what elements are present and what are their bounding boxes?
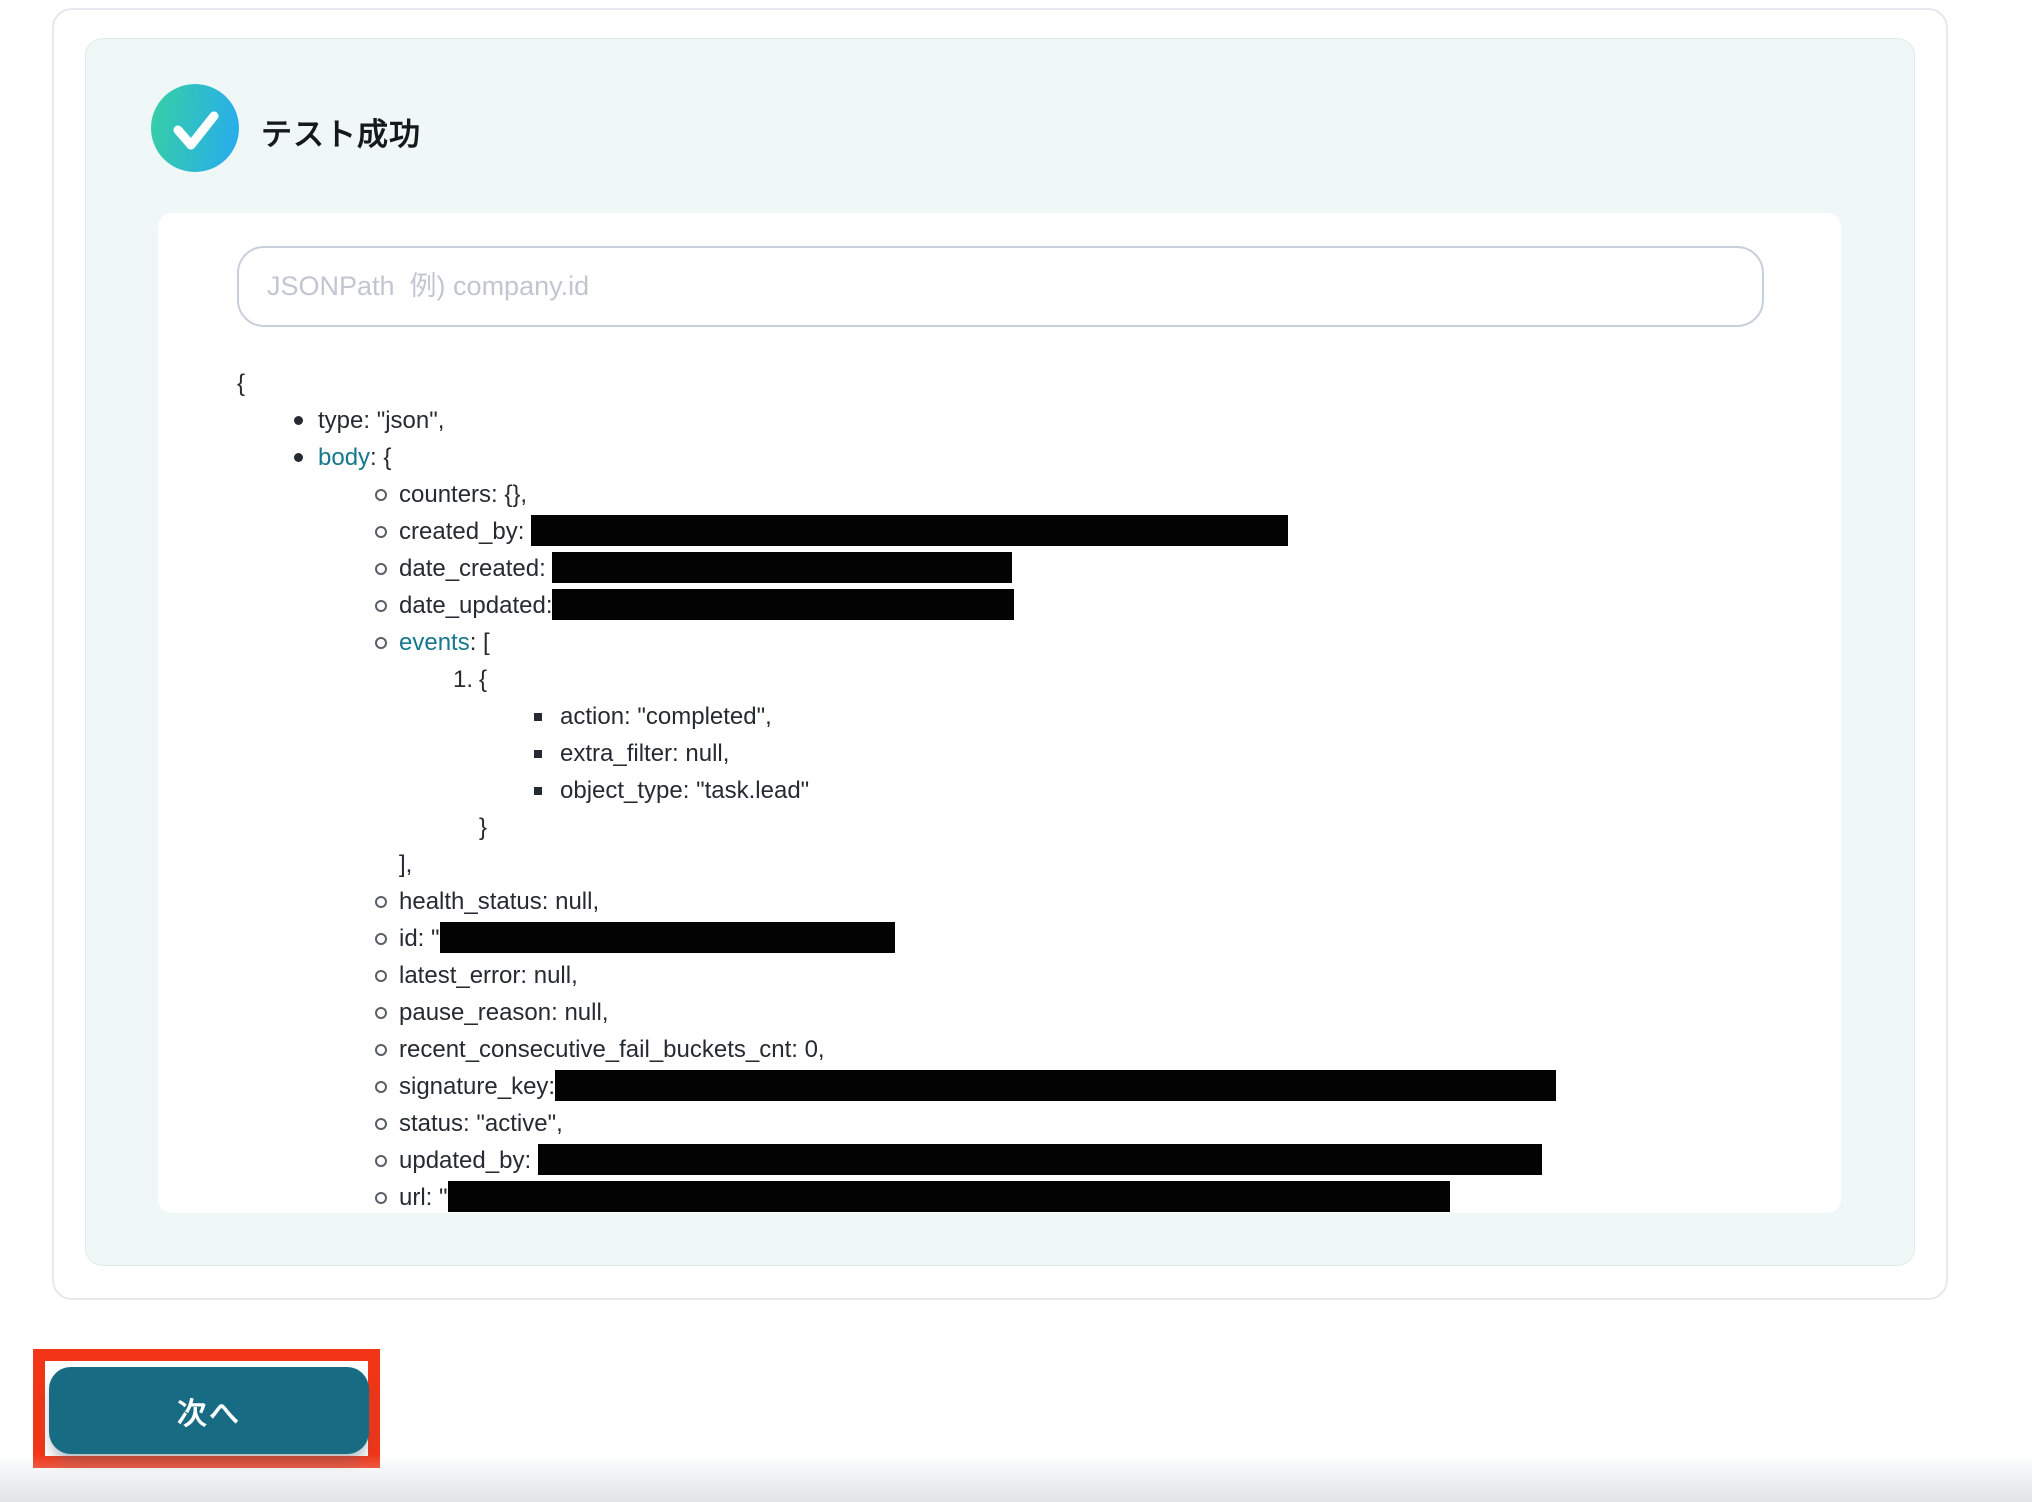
json-line: url: " (158, 1179, 1841, 1213)
json-text: type: "json", (318, 407, 444, 434)
list-marker-circle (375, 637, 387, 649)
json-text: counters: {}, (399, 481, 527, 508)
json-text: pause_reason: null, (399, 999, 608, 1026)
json-tree: { type: "json", body: { counters: {}, create… (158, 365, 1841, 1213)
json-text: { (479, 666, 487, 693)
list-marker-circle (375, 563, 387, 575)
redacted-value-bar (448, 1181, 1450, 1212)
json-text: date_created: (399, 555, 552, 582)
json-line: date_created: (158, 550, 1841, 587)
json-line: created_by: (158, 513, 1841, 550)
json-text: action: "completed", (560, 703, 772, 730)
redacted-value-bar (440, 922, 895, 953)
page: テスト成功 { type: "json", body: { counters: {},… (0, 0, 2032, 1502)
success-check-icon (151, 84, 239, 172)
list-marker-circle (375, 1007, 387, 1019)
json-text: date_updated: (399, 592, 552, 619)
list-marker-num: 1. (445, 661, 473, 698)
json-text: health_status: null, (399, 888, 599, 915)
json-line: object_type: "task.lead" (158, 772, 1841, 809)
json-text: updated_by: (399, 1147, 538, 1174)
json-key-body[interactable]: body (318, 444, 370, 471)
next-button[interactable]: 次へ (49, 1367, 369, 1454)
json-text: recent_consecutive_fail_buckets_cnt: 0, (399, 1036, 825, 1063)
json-line: pause_reason: null, (158, 994, 1841, 1031)
list-marker-circle (375, 1081, 387, 1093)
list-marker-disc (294, 416, 303, 425)
json-text: : { (370, 444, 391, 471)
json-text: extra_filter: null, (560, 740, 729, 767)
jsonpath-input[interactable] (237, 246, 1764, 327)
list-marker-circle (375, 1155, 387, 1167)
json-text: latest_error: null, (399, 962, 578, 989)
list-marker-circle (375, 600, 387, 612)
json-line: counters: {}, (158, 476, 1841, 513)
json-line: ], (158, 846, 1841, 883)
redacted-value-bar (531, 515, 1288, 546)
json-text: id: " (399, 925, 440, 952)
list-marker-circle (375, 1192, 387, 1204)
json-text: created_by: (399, 518, 531, 545)
json-line: id: " (158, 920, 1841, 957)
json-line: 1.{ (158, 661, 1841, 698)
json-text: ], (399, 851, 412, 878)
list-marker-square (534, 787, 542, 795)
list-marker-square (534, 713, 542, 721)
list-marker-circle (375, 1044, 387, 1056)
json-text: } (479, 814, 487, 841)
json-line: health_status: null, (158, 883, 1841, 920)
list-marker-circle (375, 489, 387, 501)
list-marker-circle (375, 970, 387, 982)
json-text: : [ (470, 629, 490, 656)
list-marker-circle (375, 1118, 387, 1130)
list-marker-circle (375, 896, 387, 908)
json-line: { (158, 365, 1841, 402)
json-text: status: "active", (399, 1110, 563, 1137)
json-line: type: "json", (158, 402, 1841, 439)
json-result-panel: { type: "json", body: { counters: {}, create… (158, 213, 1841, 1213)
json-line: signature_key: (158, 1068, 1841, 1105)
list-marker-disc (294, 453, 303, 462)
json-text: { (237, 370, 245, 397)
redacted-value-bar (555, 1070, 1556, 1101)
json-line: } (158, 809, 1841, 846)
list-marker-circle (375, 526, 387, 538)
json-line: status: "active", (158, 1105, 1841, 1142)
redacted-value-bar (538, 1144, 1542, 1175)
json-line: body: { (158, 439, 1841, 476)
checkmark-glyph (151, 84, 239, 172)
json-line: date_updated: (158, 587, 1841, 624)
json-line: action: "completed", (158, 698, 1841, 735)
json-key-events[interactable]: events (399, 629, 470, 656)
json-text: signature_key: (399, 1073, 555, 1100)
json-line: events: [ (158, 624, 1841, 661)
json-text: url: " (399, 1184, 448, 1211)
json-line: updated_by: (158, 1142, 1841, 1179)
json-line: recent_consecutive_fail_buckets_cnt: 0, (158, 1031, 1841, 1068)
json-text: object_type: "task.lead" (560, 777, 809, 804)
list-marker-square (534, 750, 542, 758)
list-marker-circle (375, 933, 387, 945)
redacted-value-bar (552, 552, 1012, 583)
test-success-title: テスト成功 (261, 109, 421, 154)
json-line: latest_error: null, (158, 957, 1841, 994)
json-line: extra_filter: null, (158, 735, 1841, 772)
redacted-value-bar (552, 589, 1014, 620)
